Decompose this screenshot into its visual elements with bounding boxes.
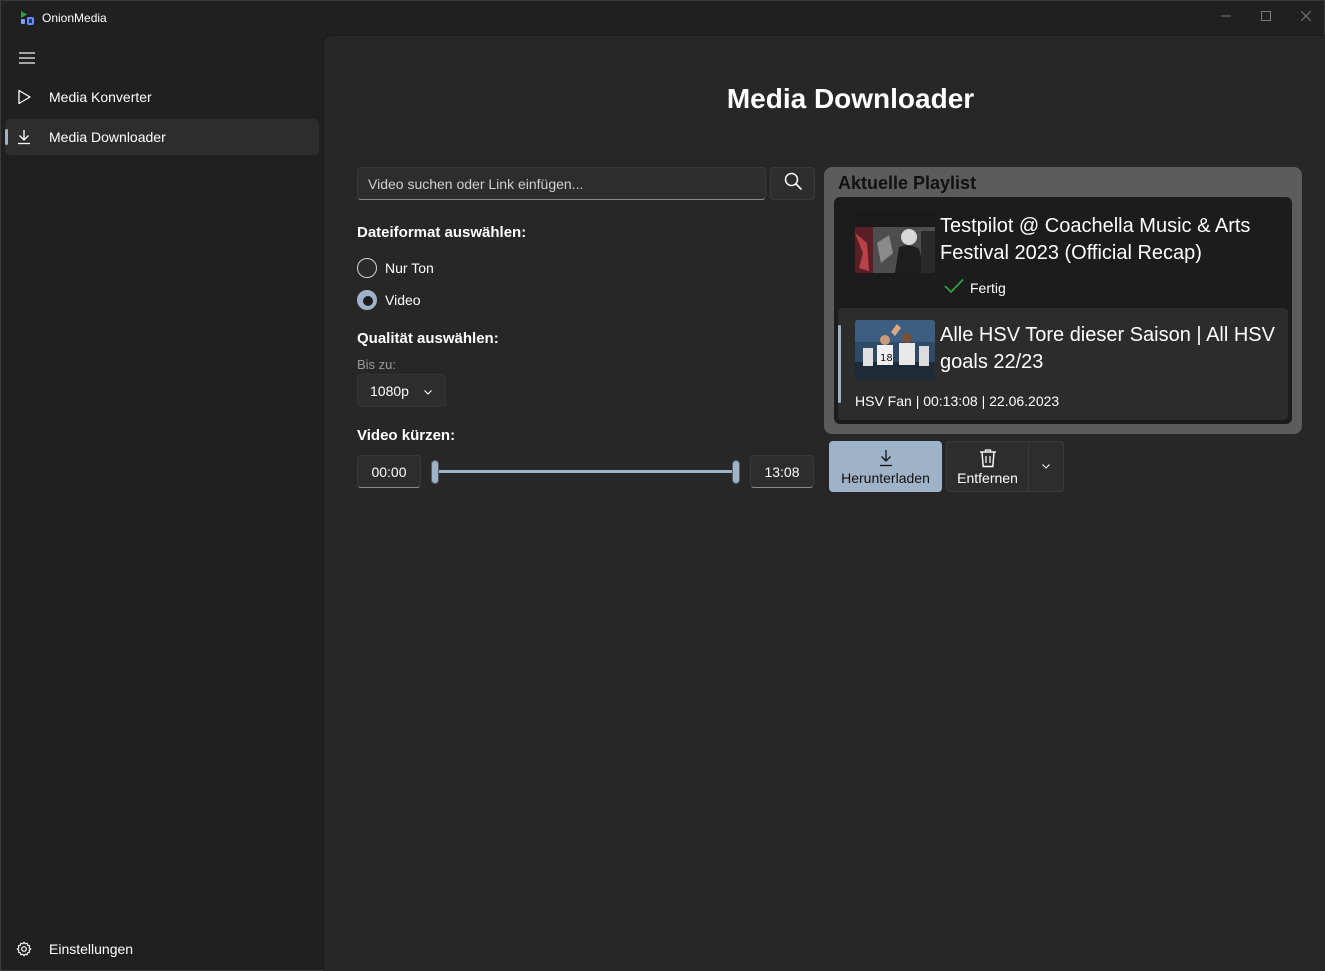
selection-indicator xyxy=(5,129,8,145)
status-badge: Fertig xyxy=(944,278,1006,297)
remove-button-label: Entfernen xyxy=(957,470,1018,486)
maximize-icon[interactable] xyxy=(1246,1,1286,31)
quality-dropdown[interactable]: 1080p xyxy=(357,374,446,407)
sidebar-item-settings[interactable]: Einstellungen xyxy=(5,931,319,967)
main-content: Media Downloader Dateiformat auswählen: … xyxy=(323,35,1325,971)
remove-button[interactable]: Entfernen xyxy=(947,442,1029,491)
trim-label: Video kürzen: xyxy=(357,427,456,444)
trash-icon xyxy=(979,447,997,469)
app-title: OnionMedia xyxy=(42,11,107,25)
trim-slider-range xyxy=(434,470,738,473)
trim-end-field[interactable]: 13:08 xyxy=(750,455,814,488)
video-thumbnail: 18 xyxy=(855,320,935,380)
radio-nur-ton[interactable]: Nur Ton xyxy=(357,257,434,279)
playlist-item[interactable]: 18 Alle HSV Tore dieser Saison | All HSV… xyxy=(838,308,1288,420)
play-icon xyxy=(15,88,33,106)
playlist-item-title: Alle HSV Tore dieser Saison | All HSV go… xyxy=(940,324,1275,373)
sidebar-item-label: Media Downloader xyxy=(49,129,166,145)
download-button[interactable]: Herunterladen xyxy=(829,441,942,492)
video-thumbnail xyxy=(855,213,935,273)
hamburger-icon[interactable] xyxy=(12,43,42,73)
format-label: Dateiformat auswählen: xyxy=(357,224,527,241)
sidebar-item-label: Einstellungen xyxy=(49,941,134,957)
radio-video[interactable]: Video xyxy=(357,289,421,311)
download-icon xyxy=(878,447,894,469)
radio-label: Video xyxy=(385,292,421,308)
playlist-item[interactable]: Testpilot @ Coachella Music & Arts Festi… xyxy=(838,201,1288,306)
playlist-list[interactable]: Testpilot @ Coachella Music & Arts Festi… xyxy=(834,197,1292,424)
selection-indicator xyxy=(838,325,841,403)
radio-circle[interactable] xyxy=(357,258,377,278)
gear-icon xyxy=(15,940,33,958)
more-options-button[interactable] xyxy=(1029,442,1063,491)
sidebar-item-media-downloader[interactable]: Media Downloader xyxy=(5,119,319,155)
search-field[interactable] xyxy=(357,167,766,200)
download-button-label: Herunterladen xyxy=(841,470,930,486)
sidebar: Media Konverter Media Downloader Einstel xyxy=(1,35,323,971)
app-logo-icon xyxy=(19,10,35,26)
radio-label: Nur Ton xyxy=(385,260,434,276)
quality-value: 1080p xyxy=(370,382,409,399)
playlist-title: Aktuelle Playlist xyxy=(838,173,977,193)
trim-start-handle[interactable] xyxy=(431,460,439,484)
playlist-panel: Aktuelle Playlist Testpilot @ Coachella … xyxy=(824,167,1302,434)
download-icon xyxy=(15,128,33,146)
chevron-down-icon xyxy=(423,384,433,400)
title-bar: OnionMedia xyxy=(1,1,1325,35)
minimize-icon[interactable] xyxy=(1206,1,1246,31)
svg-text:18: 18 xyxy=(880,353,893,364)
close-icon[interactable] xyxy=(1286,1,1325,31)
sidebar-item-media-konverter[interactable]: Media Konverter xyxy=(5,79,319,115)
chevron-down-icon xyxy=(1041,458,1051,476)
playlist-item-meta: HSV Fan | 00:13:08 | 22.06.2023 xyxy=(855,393,1060,409)
trim-end-handle[interactable] xyxy=(732,460,740,484)
app-window: OnionMedia Media Konverter Media Downloa… xyxy=(0,0,1325,971)
status-text: Fertig xyxy=(970,279,1006,296)
search-input[interactable] xyxy=(358,168,765,199)
trim-slider-track[interactable] xyxy=(434,470,738,473)
remove-split-button: Entfernen xyxy=(946,441,1064,492)
quality-sublabel: Bis zu: xyxy=(357,357,397,372)
radio-circle[interactable] xyxy=(357,290,377,310)
sidebar-item-label: Media Konverter xyxy=(49,89,152,105)
trim-start-field[interactable]: 00:00 xyxy=(357,455,421,488)
checkmark-icon xyxy=(944,278,964,297)
search-icon xyxy=(784,172,802,195)
quality-label: Qualität auswählen: xyxy=(357,330,499,347)
playlist-item-title: Testpilot @ Coachella Music & Arts Festi… xyxy=(940,215,1251,264)
search-button[interactable] xyxy=(770,167,815,200)
page-title: Media Downloader xyxy=(726,83,975,114)
